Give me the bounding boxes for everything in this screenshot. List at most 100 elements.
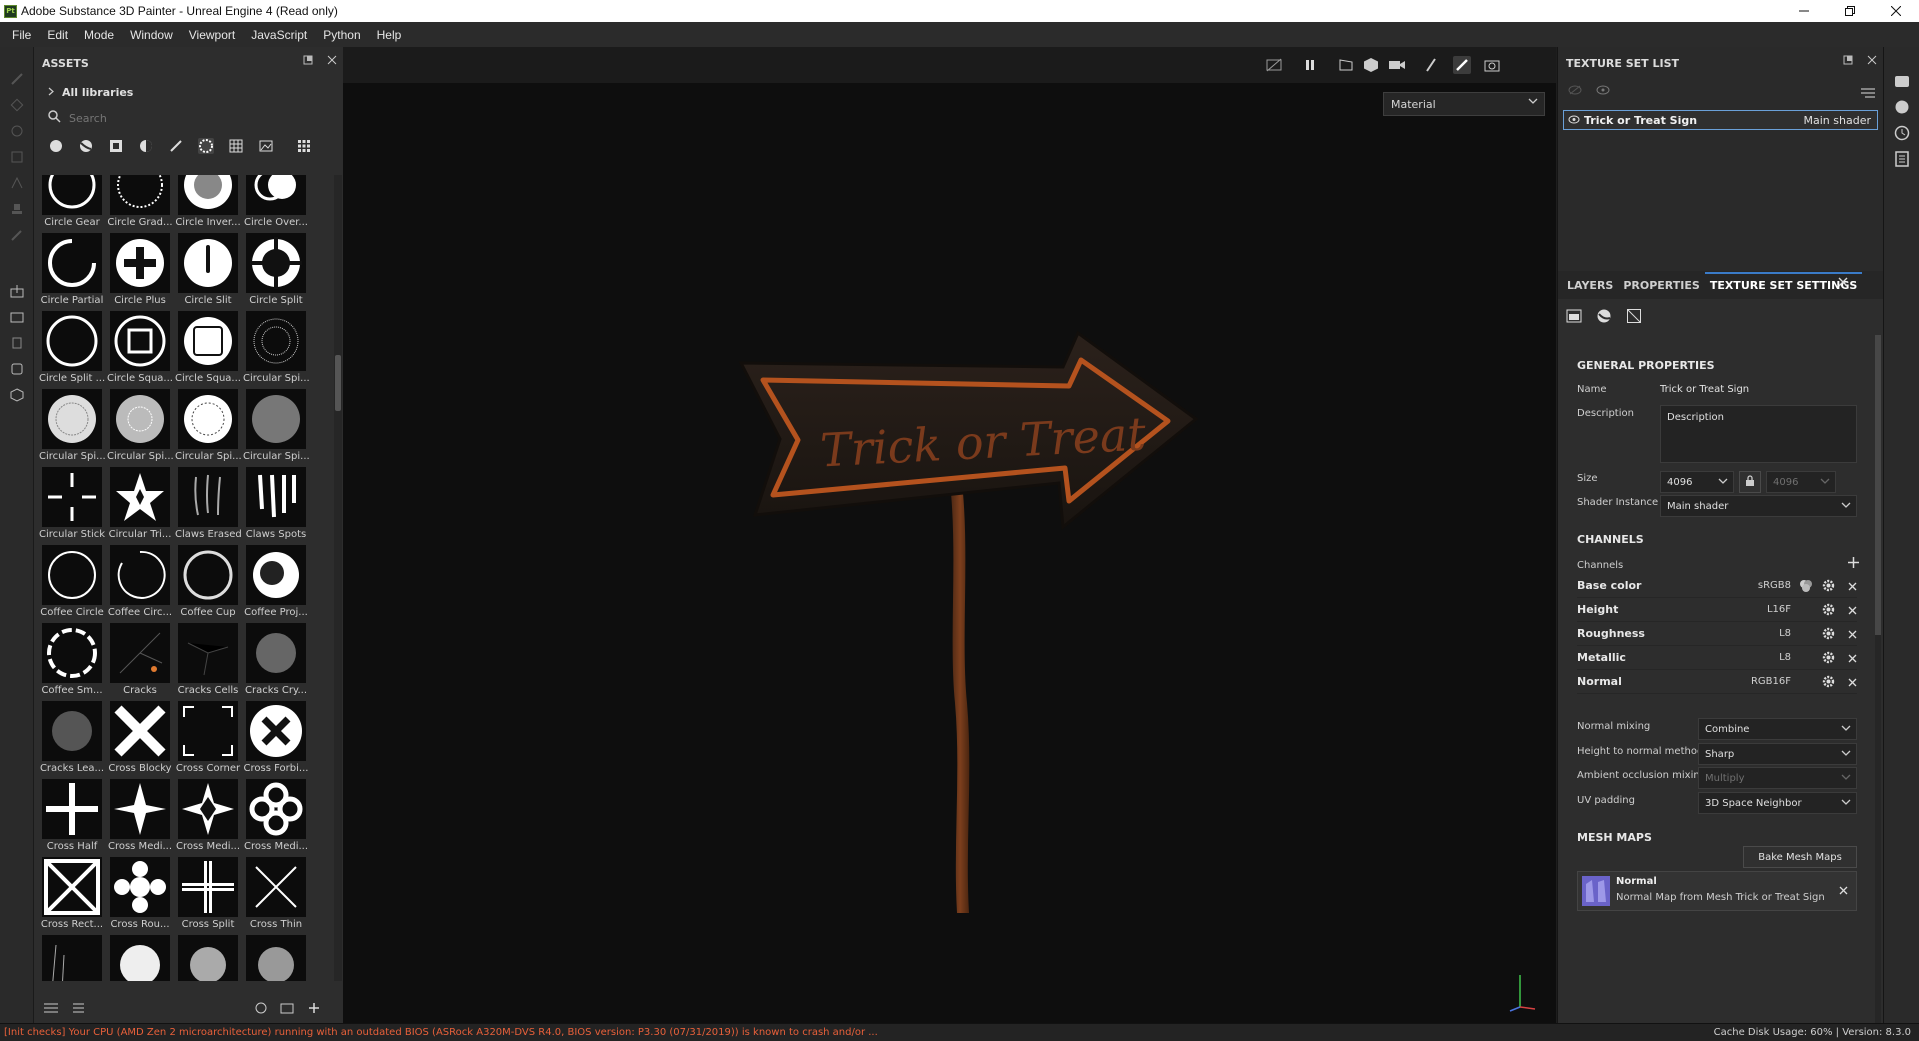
channel-format[interactable]: L8 — [1779, 652, 1791, 663]
tab-properties[interactable]: PROPERTIES — [1618, 279, 1704, 299]
asset-tile[interactable]: Cross Blocky — [106, 701, 174, 779]
asset-tile[interactable]: Circular Spi... — [242, 389, 310, 467]
search-input[interactable] — [69, 111, 299, 125]
channel-settings-gear-icon[interactable] — [1822, 675, 1835, 691]
mesh-icon[interactable] — [9, 387, 25, 403]
asset-tile[interactable]: Cross Medi... — [242, 779, 310, 857]
projection-icon[interactable] — [9, 123, 25, 139]
channel-settings-gear-icon[interactable] — [1822, 651, 1835, 667]
asset-tile[interactable]: Cracks Cry... — [242, 623, 310, 701]
asset-tile[interactable]: Claws Erased — [174, 467, 242, 545]
asset-tile[interactable]: Claws Spots — [242, 467, 310, 545]
alpha-filter-icon[interactable] — [198, 138, 214, 154]
channel-format[interactable]: sRGB8 — [1758, 580, 1791, 591]
channel-format[interactable]: L8 — [1779, 628, 1791, 639]
asset-tile[interactable]: Circular Spi... — [106, 389, 174, 467]
remove-channel-icon[interactable] — [1848, 605, 1857, 618]
asset-tile[interactable]: Circle Inver... — [174, 175, 242, 233]
asset-tile[interactable]: Circular Spi... — [242, 311, 310, 389]
brush-filter-icon[interactable] — [168, 138, 184, 154]
asset-tile[interactable]: Circular Spi... — [174, 389, 242, 467]
asset-tile[interactable]: Cross Medi... — [174, 779, 242, 857]
channel-row[interactable]: Height L16F — [1577, 598, 1857, 622]
channel-row[interactable]: Normal RGB16F — [1577, 670, 1857, 694]
view-2d-icon[interactable] — [1337, 56, 1355, 74]
asset-tile[interactable]: Coffee Sm... — [38, 623, 106, 701]
texture-set-icon[interactable] — [1566, 308, 1582, 327]
asset-tile[interactable] — [38, 935, 106, 981]
add-channel-icon[interactable] — [1848, 557, 1859, 571]
asset-tile[interactable]: Cracks — [106, 623, 174, 701]
menu-help[interactable]: Help — [369, 28, 410, 42]
generator-filter-icon[interactable] — [138, 138, 154, 154]
history-clock-icon[interactable] — [1894, 125, 1910, 144]
panel-menu-icon[interactable] — [1861, 87, 1875, 102]
asset-tile[interactable]: Cross Thin — [242, 857, 310, 935]
plugin-icon[interactable] — [9, 361, 25, 377]
menu-javascript[interactable]: JavaScript — [243, 28, 315, 42]
height-to-normal-select[interactable]: Sharp — [1698, 743, 1857, 765]
close-tab-icon[interactable] — [1838, 277, 1848, 290]
texture-set-shader[interactable]: Main shader — [1804, 114, 1871, 127]
screenshot-icon[interactable] — [1483, 56, 1501, 74]
menu-file[interactable]: File — [4, 28, 39, 42]
name-value[interactable]: Trick or Treat Sign — [1660, 384, 1749, 395]
environment-filter-icon[interactable] — [258, 138, 274, 154]
lighting-icon[interactable] — [1422, 56, 1440, 74]
asset-tile[interactable] — [174, 935, 242, 981]
hide-all-icon[interactable] — [1568, 85, 1582, 98]
asset-tile[interactable]: Circle Gear — [38, 175, 106, 233]
asset-tile[interactable]: Circle Split ... — [38, 311, 106, 389]
tab-layers[interactable]: LAYERS — [1562, 279, 1618, 299]
camera-icon[interactable] — [1388, 56, 1406, 74]
asset-tile[interactable]: Cross Split — [174, 857, 242, 935]
asset-tile[interactable]: Cross Half — [38, 779, 106, 857]
mesh-map-normal[interactable]: Normal Normal Map from Mesh Trick or Tre… — [1577, 871, 1857, 911]
float-panel-icon[interactable] — [303, 55, 313, 68]
menu-viewport[interactable]: Viewport — [181, 28, 243, 42]
size-select[interactable]: 4096 — [1660, 471, 1734, 493]
paint-brush-icon[interactable] — [9, 71, 25, 87]
asset-tile[interactable]: Circle Over... — [242, 175, 310, 233]
shader-instance-select[interactable]: Main shader — [1660, 495, 1857, 517]
asset-tile[interactable]: Cross Corner — [174, 701, 242, 779]
viewport-3d[interactable]: Material Trick or Treat — [343, 47, 1556, 1023]
asset-tile[interactable]: Circle Split — [242, 233, 310, 311]
texture-set-item[interactable]: Trick or Treat Sign Main shader — [1563, 110, 1878, 130]
asset-tile[interactable]: Coffee Cup — [174, 545, 242, 623]
log-icon[interactable] — [1894, 151, 1910, 170]
description-field[interactable]: Description — [1660, 405, 1857, 463]
menu-edit[interactable]: Edit — [39, 28, 76, 42]
channel-row[interactable]: Base color sRGB8 — [1577, 574, 1857, 598]
menu-mode[interactable]: Mode — [76, 28, 122, 42]
add-asset-icon[interactable] — [308, 1002, 320, 1017]
remove-mesh-map-icon[interactable] — [1839, 885, 1848, 898]
asset-tile[interactable] — [242, 935, 310, 981]
normal-mixing-select[interactable]: Combine — [1698, 718, 1857, 740]
lock-size-button[interactable] — [1739, 471, 1761, 493]
view-3d-icon[interactable] — [1362, 56, 1380, 74]
refresh-icon[interactable] — [254, 1001, 268, 1018]
channel-settings-gear-icon[interactable] — [1822, 627, 1835, 643]
asset-tile[interactable]: Cross Medi... — [106, 779, 174, 857]
channel-settings-gear-icon[interactable] — [1822, 603, 1835, 619]
remove-channel-icon[interactable] — [1848, 653, 1857, 666]
asset-tile[interactable]: Circle Plus — [106, 233, 174, 311]
asset-tile[interactable]: Coffee Circ... — [106, 545, 174, 623]
channel-format[interactable]: L16F — [1767, 604, 1791, 615]
close-panel-icon[interactable] — [1867, 55, 1877, 68]
asset-tile[interactable]: Coffee Proj... — [242, 545, 310, 623]
remove-channel-icon[interactable] — [1848, 581, 1857, 594]
remove-channel-icon[interactable] — [1848, 677, 1857, 690]
mask-filter-icon[interactable] — [108, 138, 124, 154]
material-filter-icon[interactable] — [48, 138, 64, 154]
smart-material-filter-icon[interactable] — [78, 138, 94, 154]
eraser-icon[interactable] — [9, 97, 25, 113]
color-picker-icon[interactable] — [9, 227, 25, 243]
uv-layout-icon[interactable] — [1626, 308, 1642, 327]
asset-tile[interactable]: Cracks Lea... — [38, 701, 106, 779]
history-icon[interactable] — [9, 335, 25, 351]
assets-scrollbar[interactable] — [334, 175, 342, 981]
details-view-icon[interactable] — [70, 1002, 84, 1017]
asset-tile[interactable]: Cross Rou... — [106, 857, 174, 935]
